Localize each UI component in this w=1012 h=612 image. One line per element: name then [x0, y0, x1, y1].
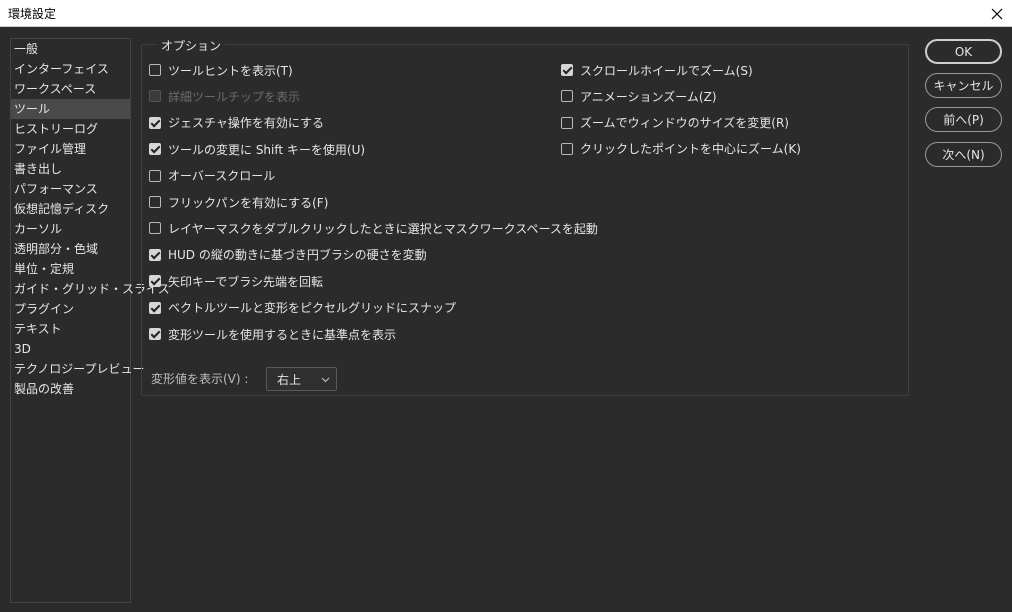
checkbox-checked-icon [149, 328, 161, 340]
checkbox-unchecked-icon [561, 142, 573, 155]
checkbox-unchecked-icon [149, 196, 161, 208]
checkbox-unchecked-icon [149, 169, 161, 182]
option-checkbox[interactable]: クリックしたポイントを中心にズーム(K) [561, 141, 801, 157]
option-checkbox[interactable]: 矢印キーでブラシ先端を回転 [149, 273, 323, 289]
option-checkbox[interactable]: フリックパンを有効にする(F) [149, 194, 328, 210]
option-checkbox[interactable]: ツールヒントを表示(T) [149, 62, 293, 78]
transform-values-select[interactable]: 右上 [266, 367, 337, 391]
option-checkbox: 詳細ツールチップを表示 [149, 88, 300, 104]
option-checkbox[interactable]: ベクトルツールと変形をピクセルグリッドにスナップ [149, 300, 456, 316]
sidebar-item[interactable]: 製品の改善 [11, 379, 130, 399]
sidebar-item[interactable]: 書き出し [11, 159, 130, 179]
cancel-button[interactable]: キャンセル [925, 73, 1002, 98]
sidebar-item[interactable]: 3D [11, 339, 130, 359]
checkbox-unchecked-icon [149, 64, 161, 76]
checkbox-checked-icon [561, 64, 573, 76]
category-sidebar: 一般 インターフェイス ワークスペース ツール ヒストリーログ ファイル管理 書き出し パフォ… [10, 38, 170, 603]
option-checkbox[interactable]: 変形ツールを使用するときに基準点を表示 [149, 326, 396, 342]
option-label: フリックパンを有効にする(F) [168, 195, 329, 210]
sidebar-item[interactable]: ヒストリーログ [11, 119, 130, 139]
option-label: ズームでウィンドウのサイズを変更(R) [580, 116, 789, 131]
close-icon [991, 8, 1003, 19]
option-label: レイヤーマスクをダブルクリックしたときに選択とマスクワークスペースを起動 [168, 221, 598, 236]
ok-button[interactable]: OK [925, 39, 1002, 64]
transform-values-selected: 右上 [277, 372, 302, 387]
checkbox-unchecked-icon [149, 90, 161, 103]
option-label: ツールの変更に Shift キーを使用(U) [168, 142, 366, 157]
checkbox-unchecked-icon [561, 90, 573, 103]
sidebar-item[interactable]: 単位・定規 [11, 259, 130, 279]
checkbox-checked-icon [149, 248, 161, 261]
prev-button[interactable]: 前へ(P) [925, 107, 1002, 132]
option-checkbox[interactable]: HUD の縦の動きに基づき円ブラシの硬さを変動 [149, 247, 427, 263]
next-button[interactable]: 次へ(N) [925, 142, 1002, 167]
checkbox-unchecked-icon [149, 222, 161, 235]
chevron-down-icon [321, 377, 330, 383]
window-title: 環境設定 [8, 7, 57, 21]
transform-values-label: 変形値を表示(V) : [151, 372, 249, 386]
sidebar-item[interactable]: カーソル [11, 219, 130, 239]
sidebar-item[interactable]: パフォーマンス [11, 179, 130, 199]
sidebar-item[interactable]: ワークスペース [11, 79, 130, 99]
checkbox-checked-icon [149, 275, 161, 288]
sidebar-item[interactable]: ガイド・グリッド・スライス [11, 279, 170, 299]
option-label: 変形ツールを使用するときに基準点を表示 [168, 327, 397, 342]
option-label: 矢印キーでブラシ先端を回転 [168, 274, 324, 289]
category-list: 一般 インターフェイス ワークスペース ツール ヒストリーログ ファイル管理 書き出し パフォ… [11, 39, 170, 399]
close-button[interactable] [982, 0, 1012, 27]
option-label: オーバースクロール [168, 169, 276, 184]
option-checkbox[interactable]: オーバースクロール [149, 168, 275, 184]
option-label: アニメーションズーム(Z) [580, 89, 717, 104]
sidebar-item[interactable]: テクノロジープレビュー [11, 359, 145, 379]
option-checkbox[interactable]: ズームでウィンドウのサイズを変更(R) [561, 115, 789, 131]
option-checkbox[interactable]: レイヤーマスクをダブルクリックしたときに選択とマスクワークスペースを起動 [149, 220, 598, 236]
option-checkbox[interactable]: アニメーションズーム(Z) [561, 88, 717, 104]
sidebar-item[interactable]: 仮想記憶ディスク [11, 199, 130, 219]
sidebar-item[interactable]: 一般 [11, 39, 130, 59]
options-group-title: オプション [157, 37, 226, 54]
option-label: HUD の縦の動きに基づき円ブラシの硬さを変動 [168, 248, 427, 263]
option-label: ジェスチャ操作を有効にする [168, 116, 325, 131]
checkbox-checked-icon [149, 116, 161, 129]
option-label: ツールヒントを表示(T) [168, 63, 293, 78]
option-checkbox[interactable]: ジェスチャ操作を有効にする [149, 115, 324, 131]
option-checkbox[interactable]: ツールの変更に Shift キーを使用(U) [149, 141, 365, 157]
title-bar: 環境設定 [0, 0, 1012, 27]
sidebar-item[interactable]: 透明部分・色域 [11, 239, 130, 259]
sidebar-item[interactable]: テキスト [11, 319, 130, 339]
checkbox-checked-icon [149, 301, 161, 314]
option-label: 詳細ツールチップを表示 [168, 89, 301, 104]
checkbox-unchecked-icon [561, 116, 573, 129]
option-label: ベクトルツールと変形をピクセルグリッドにスナップ [168, 301, 457, 316]
sidebar-item[interactable]: インターフェイス [11, 59, 130, 79]
sidebar-item[interactable]: プラグイン [11, 299, 130, 319]
option-label: スクロールホイールでズーム(S) [580, 63, 753, 78]
option-label: クリックしたポイントを中心にズーム(K) [580, 142, 801, 157]
sidebar-item[interactable]: ファイル管理 [11, 139, 130, 159]
option-checkbox[interactable]: スクロールホイールでズーム(S) [561, 62, 753, 78]
checkbox-checked-icon [149, 143, 161, 156]
sidebar-item[interactable]: ツール [11, 99, 130, 119]
